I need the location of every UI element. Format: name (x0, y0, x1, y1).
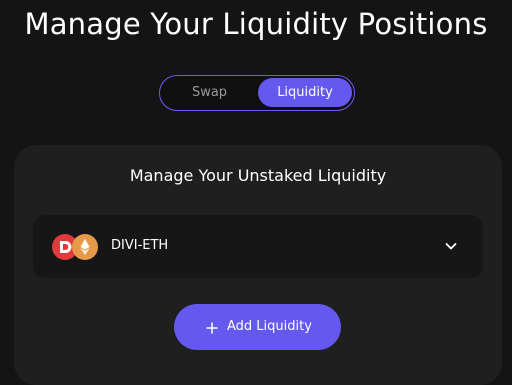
card-title: Manage Your Unstaked Liquidity (129, 166, 387, 185)
tab-swap[interactable]: Swap (163, 78, 256, 107)
add-liquidity-label: Add Liquidity (227, 319, 312, 334)
eth-token-icon (72, 234, 98, 260)
tab-liquidity[interactable]: Liquidity (258, 78, 352, 107)
plus-icon (205, 320, 219, 334)
unstaked-liquidity-card: Manage Your Unstaked Liquidity DIVI-ETH (14, 145, 502, 385)
chevron-down-icon[interactable] (443, 238, 459, 254)
add-liquidity-button[interactable]: Add Liquidity (174, 304, 341, 350)
swap-liquidity-toggle: Swap Liquidity (159, 75, 355, 111)
pool-pair-name: DIVI-ETH (111, 238, 169, 253)
page-title: Manage Your Liquidity Positions (24, 7, 488, 41)
pool-row-divi-eth[interactable]: DIVI-ETH (33, 215, 483, 278)
